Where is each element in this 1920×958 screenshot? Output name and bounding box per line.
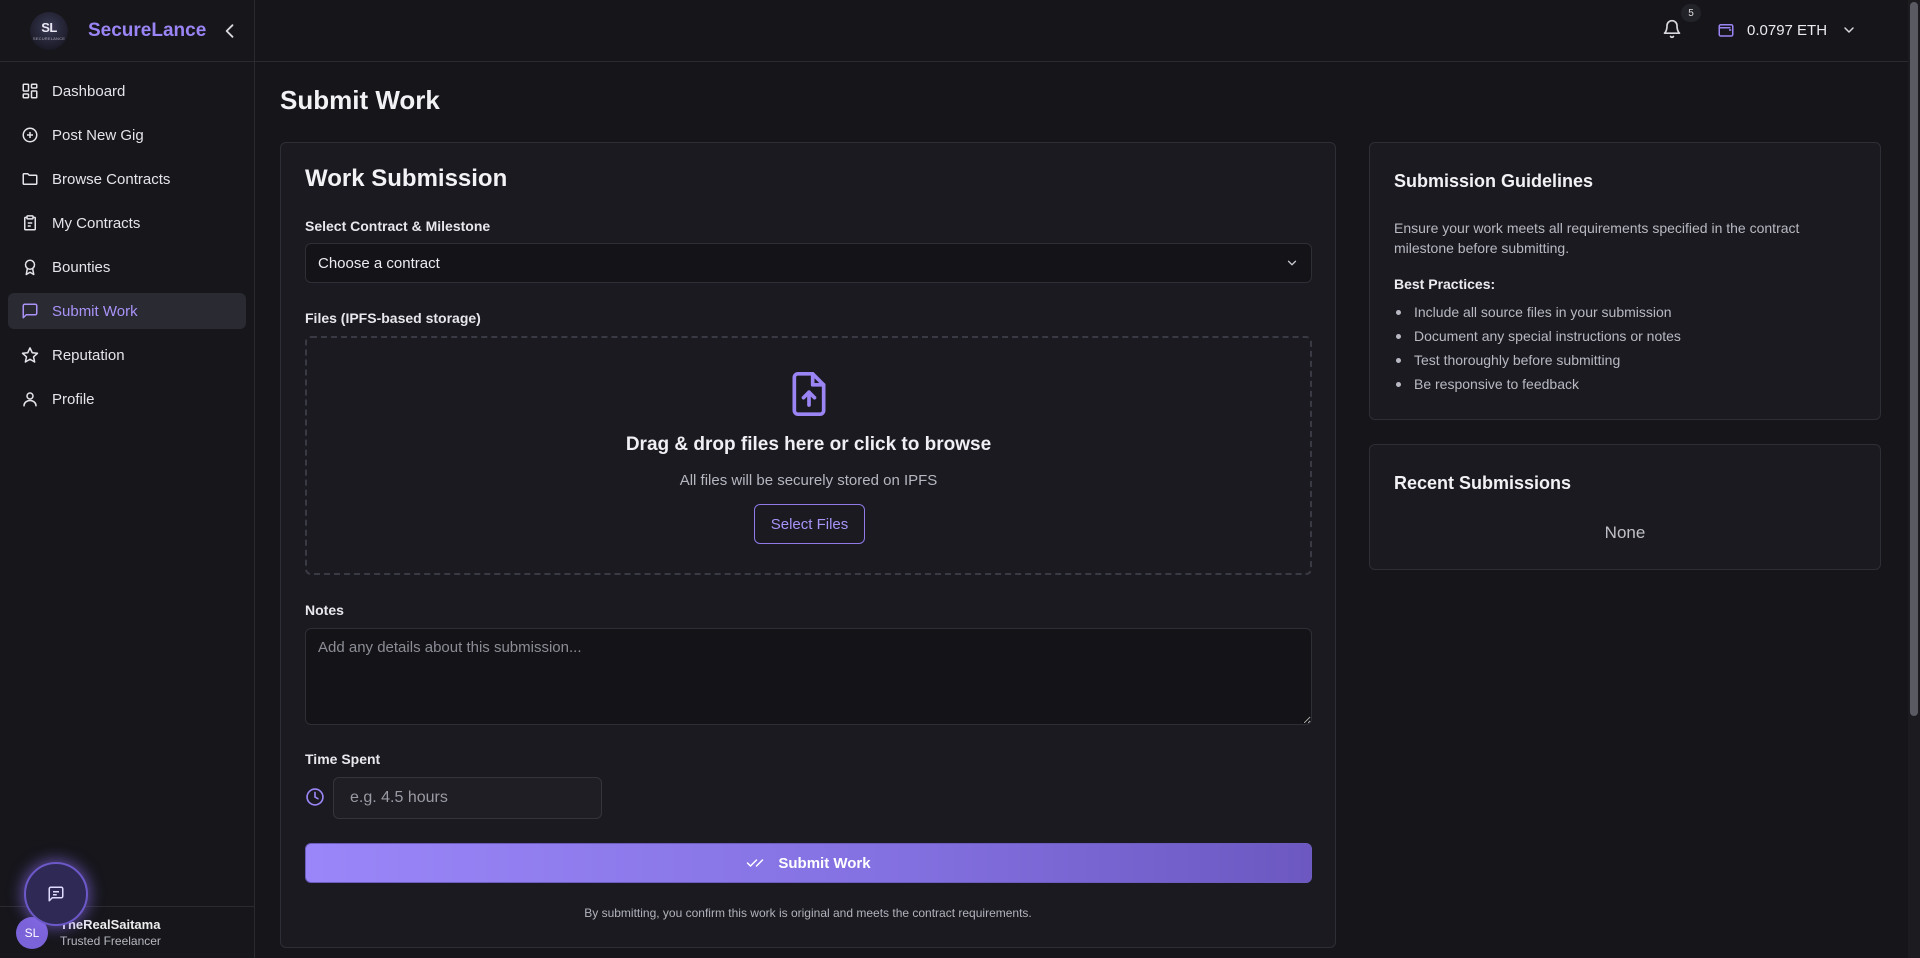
user-meta: TheRealSaitama Trusted Freelancer [60,917,161,948]
list-item: Test thoroughly before submitting [1394,348,1681,372]
best-practices-list: Include all source files in your submiss… [1394,300,1681,396]
contract-label: Select Contract & Milestone [305,218,491,234]
logo-mark: SL [41,19,57,35]
logo[interactable]: SL SECURELANCE [30,11,68,50]
page-scrollbar[interactable] [1908,0,1920,958]
brand-header: SL SECURELANCE SecureLance [0,0,254,62]
check-check-icon [747,859,764,867]
best-practices-title: Best Practices: [1394,276,1496,292]
brand-name: SecureLance [88,19,207,41]
sidebar-item-post-new-gig[interactable]: Post New Gig [8,117,246,153]
sidebar-item-reputation[interactable]: Reputation [8,337,246,373]
user-role: Trusted Freelancer [60,934,161,948]
sidebar-item-label: Submit Work [52,302,138,320]
sidebar-nav: Dashboard Post New Gig Browse Contracts … [0,62,254,436]
sidebar-item-label: Browse Contracts [52,170,171,188]
wallet-menu[interactable]: 0.0797 ETH [1717,14,1857,46]
guidelines-intro: Ensure your work meets all requirements … [1394,220,1800,256]
dropzone-subtitle: All files will be securely stored on IPF… [679,472,938,489]
sidebar-item-browse-contracts[interactable]: Browse Contracts [8,161,246,197]
clipboard-icon [24,215,36,231]
star-icon [21,347,39,363]
dropzone-title: Drag & drop files here or click to brows… [625,434,992,455]
wallet-balance: 0.0797 ETH [1747,21,1828,39]
sidebar-item-label: Profile [52,390,95,408]
sidebar-item-my-contracts[interactable]: My Contracts [8,205,246,241]
time-spent-input[interactable] [333,777,602,819]
notifications-button[interactable] [1662,19,1682,39]
sidebar: SL SECURELANCE SecureLance Dashboard Pos… [0,0,255,958]
chevron-down-icon [1844,27,1854,33]
recent-submissions-empty: None [1604,523,1646,542]
sidebar-item-label: Reputation [52,346,125,364]
topbar: 5 0.0797 ETH [255,0,1908,62]
scrollbar-thumb[interactable] [1910,2,1918,716]
work-submission-title: Work Submission [305,165,508,192]
file-dropzone[interactable]: Drag & drop files here or click to brows… [305,336,1312,575]
plus-circle-icon [22,127,38,143]
recent-submissions-title: Recent Submissions [1394,473,1572,493]
files-label: Files (IPFS-based storage) [305,310,481,326]
time-spent-label: Time Spent [305,751,381,767]
sidebar-item-submit-work[interactable]: Submit Work [8,293,246,329]
sidebar-item-label: Post New Gig [52,126,144,144]
list-item: Be responsive to feedback [1394,372,1681,396]
logo-subtext: SECURELANCE [32,35,66,41]
contract-select[interactable]: Choose a contract [305,243,1312,283]
notes-textarea[interactable] [305,628,1312,725]
wallet-icon [1718,24,1734,37]
submission-disclaimer: By submitting, you confirm this work is … [584,906,1032,920]
dashboard-icon [22,83,38,99]
file-upload-icon [792,372,826,416]
notes-label: Notes [305,602,344,618]
chat-icon [48,886,64,902]
select-files-button[interactable]: Select Files [754,504,865,544]
message-square-icon [22,303,38,319]
notifications-badge: 5 [1681,4,1701,22]
clock-icon [306,788,324,806]
submit-work-button[interactable]: Submit Work [305,843,1312,883]
work-submission-card: Work Submission Select Contract & Milest… [280,142,1336,948]
list-item: Document any special instructions or not… [1394,324,1681,348]
sidebar-item-profile[interactable]: Profile [8,381,246,417]
guidelines-title: Submission Guidelines [1394,171,1594,191]
sidebar-item-dashboard[interactable]: Dashboard [8,73,246,109]
sidebar-item-label: My Contracts [52,214,141,232]
bell-icon [1663,19,1681,39]
submit-work-label: Submit Work [778,854,871,872]
folder-icon [22,173,38,185]
user-icon [23,392,37,407]
sidebar-item-bounties[interactable]: Bounties [8,249,246,285]
contract-select-value: Choose a contract [318,254,440,272]
page-title: Submit Work [280,85,440,115]
chevron-down-icon [1287,260,1297,266]
collapse-sidebar-button[interactable] [220,21,240,41]
sidebar-item-label: Dashboard [52,82,126,100]
recent-submissions-card: Recent Submissions None [1369,444,1881,570]
award-icon [24,259,36,276]
chevron-left-icon [226,23,234,38]
sidebar-item-label: Bounties [52,258,111,276]
chat-button[interactable] [24,862,88,926]
list-item: Include all source files in your submiss… [1394,300,1681,324]
guidelines-card: Submission Guidelines Ensure your work m… [1369,142,1881,420]
